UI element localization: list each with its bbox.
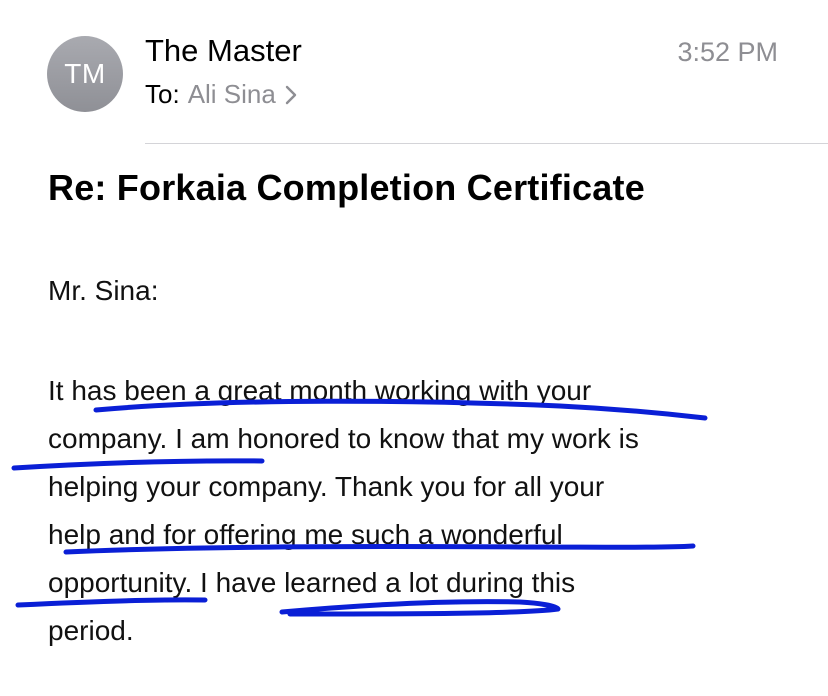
header-divider xyxy=(145,143,828,144)
body-line: period. xyxy=(48,615,134,646)
recipient-name[interactable]: Ali Sina xyxy=(188,79,276,110)
recipient-line[interactable]: To: Ali Sina xyxy=(145,79,298,110)
to-label: To: xyxy=(145,79,180,109)
avatar[interactable]: TM xyxy=(47,36,123,112)
body-line: opportunity. I have learned a lot during… xyxy=(48,567,576,598)
chevron-right-icon[interactable] xyxy=(284,84,298,106)
email-body: It has been a great month working with y… xyxy=(48,367,808,655)
body-line: It has been a great month working with y… xyxy=(48,375,592,406)
body-line: help and for offering me such a wonderfu… xyxy=(48,519,563,550)
avatar-initials: TM xyxy=(64,58,106,89)
timestamp: 3:52 PM xyxy=(677,37,778,67)
email-subject: Re: Forkaia Completion Certificate xyxy=(48,167,645,208)
body-line: helping your company. Thank you for all … xyxy=(48,471,605,502)
email-greeting: Mr. Sina: xyxy=(48,275,159,306)
sender-name[interactable]: The Master xyxy=(145,33,302,69)
body-line: company. I am honored to know that my wo… xyxy=(48,423,639,454)
